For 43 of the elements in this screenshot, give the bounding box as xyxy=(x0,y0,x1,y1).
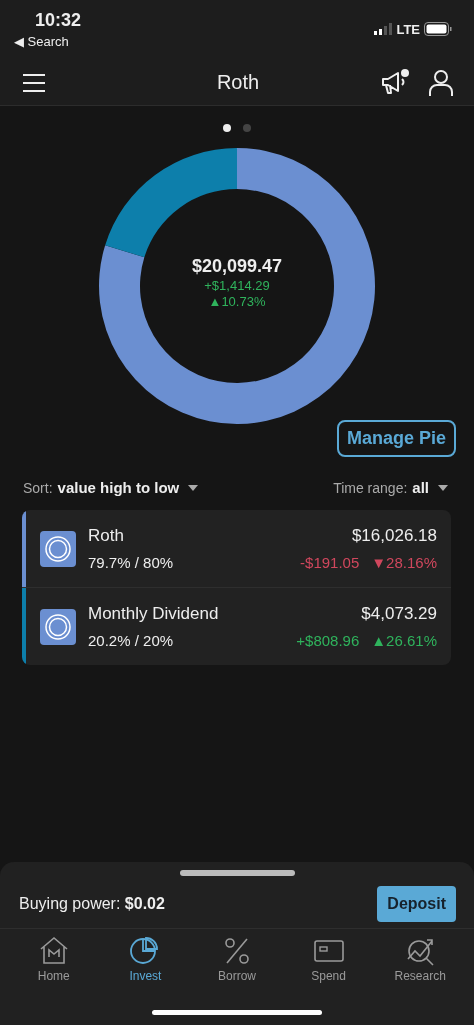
drag-handle[interactable] xyxy=(179,870,295,876)
tab-label[interactable]: Borrow xyxy=(217,969,256,983)
tab-label[interactable]: Home xyxy=(37,969,70,983)
holding-row[interactable]: Monthly Dividend 20.2% / 20% $4,073.29 +$808.96 ▲26.61% xyxy=(22,588,451,665)
holding-name: Monthly Dividend xyxy=(88,604,220,624)
holding-value: $16,026.18 xyxy=(351,526,437,546)
clock-time: 10:32 xyxy=(35,10,82,31)
pie-icon xyxy=(40,530,76,567)
caret-icon[interactable] xyxy=(188,484,199,491)
holding-name: Roth xyxy=(88,526,125,546)
manage-pie-button[interactable]: Manage Pie xyxy=(336,420,456,457)
network-label: LTE xyxy=(396,21,420,37)
time-range-dropdown[interactable]: all xyxy=(412,479,429,496)
menu-icon[interactable] xyxy=(22,72,46,93)
profile-icon[interactable] xyxy=(428,68,454,97)
holding-value: $4,073.29 xyxy=(361,604,437,624)
change-percent: ▲26.61% xyxy=(371,632,437,649)
megaphone-icon[interactable] xyxy=(380,68,410,97)
back-link[interactable]: ◀ Search xyxy=(14,34,69,49)
sort-label: Sort: xyxy=(23,479,53,496)
total-value: $20,099.47 xyxy=(191,256,283,277)
pie-icon xyxy=(40,608,76,645)
change-amount: +$808.96 xyxy=(296,632,360,649)
gain-percent: ▲10.73% xyxy=(208,294,266,309)
holding-row[interactable]: Roth 79.7% / 80% $16,026.18 -$191.05 ▼28.16% xyxy=(22,510,451,588)
time-range-label: Time range: xyxy=(333,479,408,496)
gain-amount: +$1,414.29 xyxy=(204,278,270,293)
screen-title: Roth xyxy=(215,71,261,94)
change-percent: ▼28.16% xyxy=(371,554,437,571)
page-dot[interactable] xyxy=(223,124,231,132)
tab-label[interactable]: Spend xyxy=(311,969,346,983)
allocation-text: 79.7% / 80% xyxy=(88,554,175,571)
tab-label[interactable]: Invest xyxy=(129,969,162,983)
allocation-text: 20.2% / 20% xyxy=(88,632,175,649)
battery-icon xyxy=(424,22,452,36)
sort-dropdown[interactable]: value high to low xyxy=(57,479,180,496)
caret-icon[interactable] xyxy=(438,484,448,491)
tab-label[interactable]: Research xyxy=(394,969,446,983)
signal-icon xyxy=(374,23,393,35)
deposit-button[interactable]: Deposit xyxy=(377,886,456,922)
buying-power-text: Buying power: $0.02 xyxy=(19,895,165,913)
page-dot[interactable] xyxy=(243,124,251,132)
change-amount: -$191.05 xyxy=(300,554,360,571)
